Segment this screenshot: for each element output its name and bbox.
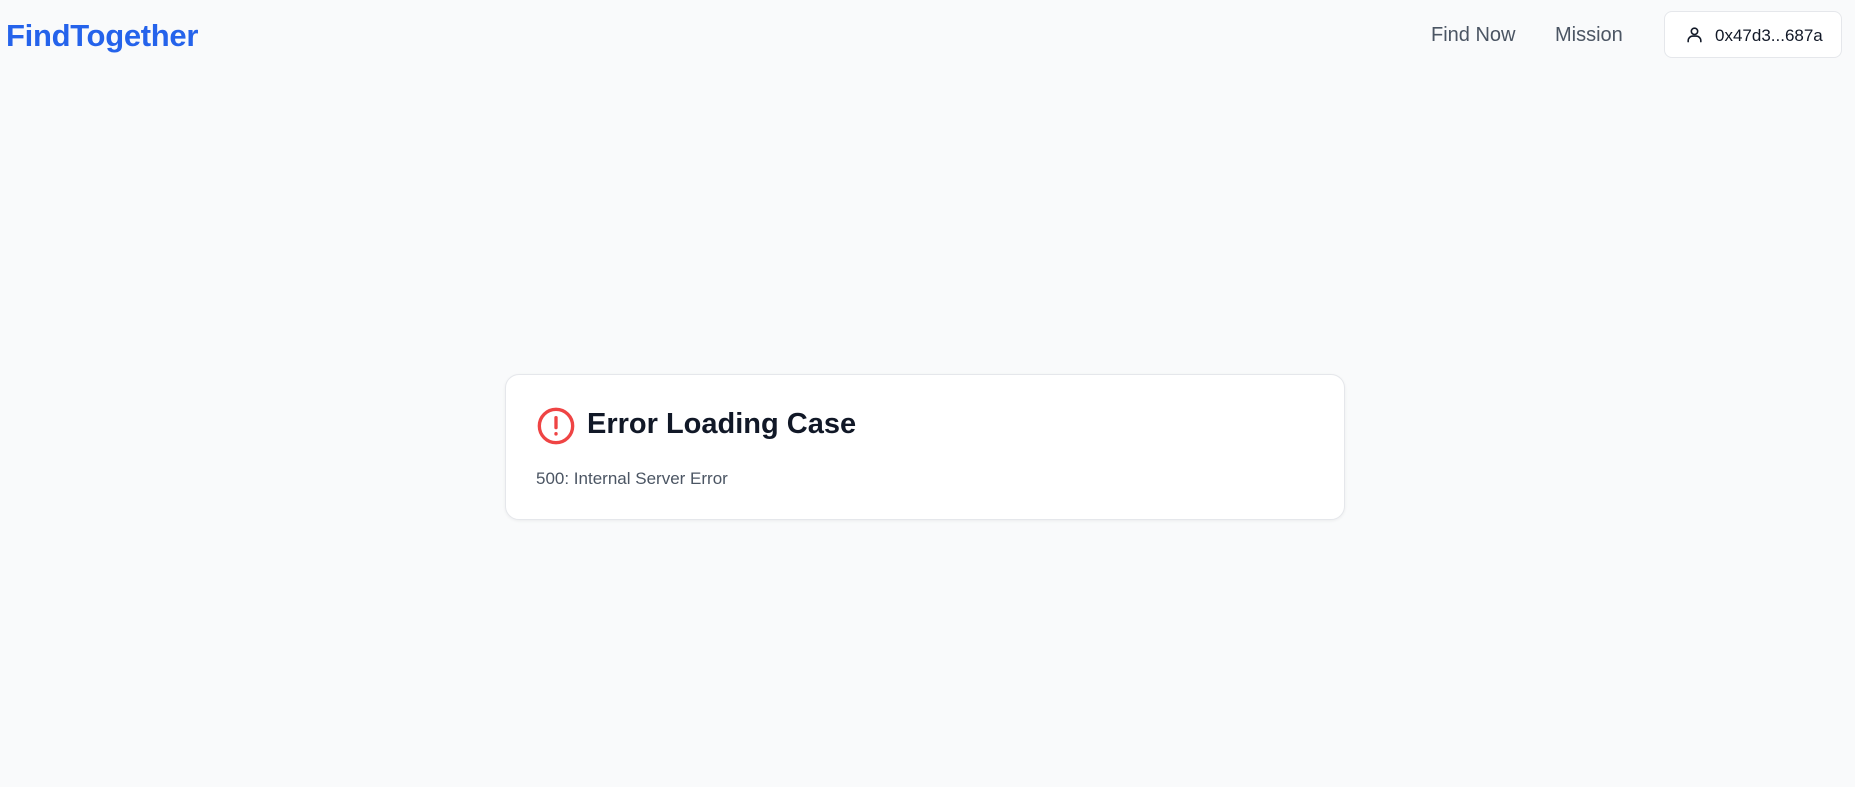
brand-logo[interactable]: FindTogether	[6, 18, 198, 54]
error-title: Error Loading Case	[587, 408, 857, 440]
error-card: Error Loading Case 500: Internal Server …	[505, 374, 1345, 520]
top-nav-bar: FindTogether Find Now Mission 0x47d3...6…	[0, 0, 1855, 76]
alert-circle-icon	[537, 407, 575, 445]
wallet-address: 0x47d3...687a	[1715, 26, 1823, 45]
user-icon	[1687, 27, 1702, 43]
nav-link-mission[interactable]: Mission	[1555, 24, 1623, 47]
wallet-account-button[interactable]: 0x47d3...687a	[1664, 11, 1842, 58]
nav-link-find-now[interactable]: Find Now	[1431, 24, 1515, 47]
error-message: 500: Internal Server Error	[536, 469, 728, 488]
